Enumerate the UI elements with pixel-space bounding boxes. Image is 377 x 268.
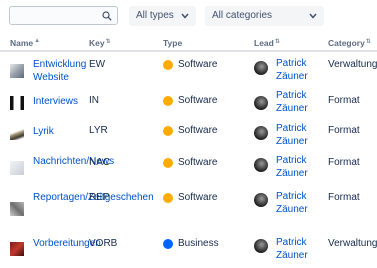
software-icon — [163, 96, 173, 106]
business-icon — [163, 239, 173, 249]
project-avatar — [10, 161, 24, 175]
lead-avatar — [254, 126, 268, 140]
project-type: Business — [178, 238, 219, 249]
sort-asc-icon: ▲ — [34, 38, 41, 44]
table-row: Vorbereitungen VORB Business Patrick Zäu… — [0, 236, 377, 268]
project-key: EW — [89, 59, 106, 70]
project-name-link[interactable]: Entwicklung Website — [33, 58, 86, 84]
software-icon — [163, 158, 173, 168]
categories-filter-dropdown[interactable]: All categories — [205, 6, 324, 26]
project-name-link[interactable]: Lyrik — [33, 125, 83, 138]
lead-link[interactable]: Patrick Zäuner — [276, 57, 321, 83]
table-header: Name▲ Key⇅ Type Lead⇅ Category⇅ — [0, 36, 377, 52]
lead-avatar — [254, 239, 268, 253]
table-row: Lyrik LYR Software Patrick Zäuner Format — [0, 119, 377, 151]
lead-avatar — [254, 96, 268, 110]
project-name-link[interactable]: Nachrichten/News — [33, 155, 114, 168]
table-row: Interviews IN Software Patrick Zäuner Fo… — [0, 87, 377, 119]
project-name-link[interactable]: Reportagen/Zeitgeschehen — [33, 191, 154, 204]
chevron-down-icon — [309, 13, 317, 19]
lead-link[interactable]: Patrick Zäuner — [276, 154, 321, 180]
column-header-lead[interactable]: Lead⇅ — [254, 38, 280, 48]
project-avatar — [10, 126, 24, 140]
software-icon — [163, 193, 173, 203]
project-category: Format — [328, 157, 360, 168]
project-key: VORB — [89, 238, 118, 249]
project-key: REP — [89, 192, 110, 203]
project-category: Format — [328, 125, 360, 136]
project-avatar — [10, 64, 24, 78]
project-type: Software — [178, 95, 218, 106]
sort-icon: ⇅ — [365, 39, 371, 45]
software-icon — [163, 60, 173, 70]
lead-avatar — [254, 61, 268, 75]
project-avatar — [10, 202, 24, 216]
lead-link[interactable]: Patrick Zäuner — [276, 190, 321, 216]
project-category: Verwaltung — [328, 238, 377, 249]
lead-link[interactable]: Patrick Zäuner — [276, 122, 321, 148]
sort-icon: ⇅ — [105, 39, 111, 45]
search-input[interactable] — [9, 6, 118, 25]
project-key: LYR — [89, 125, 108, 136]
project-avatar — [10, 96, 24, 110]
table-row: Entwicklung Website EW Software Patrick … — [0, 55, 377, 87]
project-type: Software — [178, 125, 218, 136]
project-category: Format — [328, 192, 360, 203]
categories-filter-label: All categories — [212, 10, 273, 21]
chevron-down-icon — [181, 13, 189, 19]
column-header-key[interactable]: Key⇅ — [89, 38, 111, 48]
table-row: Reportagen/Zeitgeschehen REP Software Pa… — [0, 190, 377, 222]
project-type: Software — [178, 157, 218, 168]
lead-avatar — [254, 193, 268, 207]
project-key: IN — [89, 95, 99, 106]
lead-link[interactable]: Patrick Zäuner — [276, 236, 321, 262]
software-icon — [163, 126, 173, 136]
types-filter-label: All types — [136, 10, 174, 21]
project-type: Software — [178, 59, 218, 70]
column-header-type: Type — [163, 38, 183, 48]
project-category: Verwaltung — [328, 59, 377, 70]
project-name-link[interactable]: Interviews — [33, 95, 83, 108]
project-avatar — [10, 242, 24, 256]
lead-avatar — [254, 158, 268, 172]
sort-icon: ⇅ — [274, 39, 280, 45]
search-icon — [102, 11, 112, 21]
project-name-link[interactable]: Vorbereitungen — [33, 237, 101, 250]
column-header-category[interactable]: Category⇅ — [328, 38, 371, 48]
project-category: Format — [328, 95, 360, 106]
column-header-name[interactable]: Name▲ — [10, 38, 40, 48]
table-row: Nachrichten/News NAC Software Patrick Zä… — [0, 151, 377, 183]
types-filter-dropdown[interactable]: All types — [129, 6, 196, 26]
project-type: Software — [178, 192, 218, 203]
project-key: NAC — [89, 157, 111, 168]
lead-link[interactable]: Patrick Zäuner — [276, 89, 321, 115]
